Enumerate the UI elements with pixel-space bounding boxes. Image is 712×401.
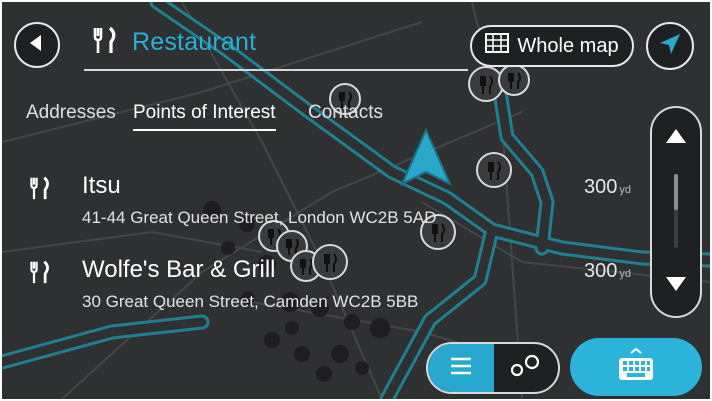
list-view-button[interactable] <box>428 344 494 392</box>
map-view-button[interactable] <box>494 344 558 392</box>
fork-knife-icon <box>28 260 52 289</box>
keyboard-icon <box>616 347 656 387</box>
result-address: 41-44 Great Queen Street, London WC2B 5A… <box>82 208 437 227</box>
chevron-down-icon <box>665 276 687 297</box>
navigation-arrow-button[interactable] <box>646 22 694 70</box>
result-address: 30 Great Queen Street, Camden WC2B 5BB <box>82 292 419 311</box>
view-toggle <box>426 342 560 394</box>
scrollbar-thumb[interactable] <box>674 174 678 210</box>
scroll-down-button[interactable] <box>652 256 700 316</box>
search-underline <box>84 69 468 71</box>
keyboard-button[interactable] <box>570 338 702 396</box>
search-query-text[interactable]: Restaurant <box>132 28 256 57</box>
distance-unit: yd <box>619 184 631 196</box>
whole-map-button[interactable]: Whole map <box>470 25 634 67</box>
fork-knife-icon <box>92 26 118 59</box>
pins-icon <box>508 354 544 383</box>
scrollbar-track[interactable] <box>674 174 678 248</box>
chevron-up-icon <box>665 128 687 149</box>
list-icon <box>449 357 473 380</box>
back-button[interactable] <box>14 22 60 68</box>
result-name: Wolfe's Bar & Grill <box>82 256 276 283</box>
fork-knife-icon <box>28 176 52 205</box>
result-distance: 300 yd <box>584 260 631 283</box>
scroll-panel <box>650 106 702 318</box>
back-arrow-icon <box>28 34 46 57</box>
navigation-screen: Restaurant Whole map Addresses Points of… <box>2 2 710 399</box>
whole-map-label: Whole map <box>517 34 619 57</box>
tab-contacts[interactable]: Contacts <box>308 102 383 124</box>
tab-addresses[interactable]: Addresses <box>26 102 116 124</box>
navigation-arrow-icon <box>658 32 682 61</box>
tab-points-of-interest[interactable]: Points of Interest <box>133 102 276 131</box>
result-distance: 300 yd <box>584 176 631 199</box>
scroll-up-button[interactable] <box>652 108 700 168</box>
result-name: Itsu <box>82 172 121 199</box>
distance-value: 300 <box>584 260 618 282</box>
search-field[interactable]: Restaurant <box>92 26 256 59</box>
map-icon <box>485 33 510 59</box>
distance-unit: yd <box>619 268 631 280</box>
distance-value: 300 <box>584 176 618 198</box>
